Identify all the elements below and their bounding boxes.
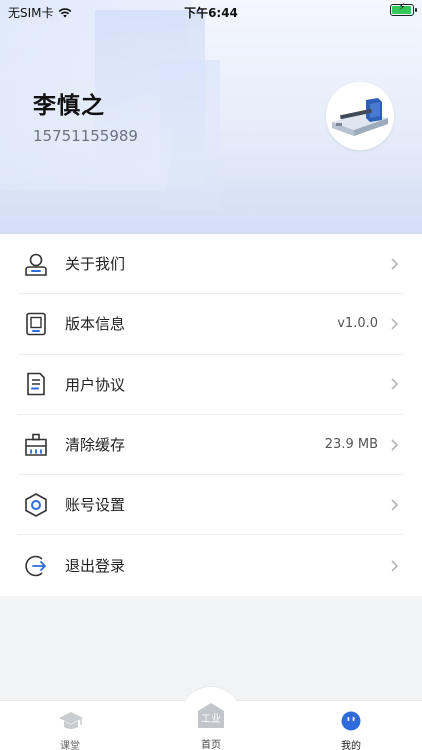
menu-item-version[interactable]: 版本信息 v1.0.0 (18, 294, 404, 355)
cache-size-value: 23.9 MB (324, 437, 378, 453)
chevron-right-icon (391, 378, 399, 390)
status-bar: 无SIM卡 下午6:44 ⚡ (0, 0, 422, 24)
home-factory-icon: 工业 (198, 703, 224, 728)
user-phone: 15751155989 (33, 127, 138, 145)
menu-item-clear-cache[interactable]: 清除缓存 23.9 MB (18, 415, 404, 476)
menu-item-agreement[interactable]: 用户协议 (18, 355, 404, 415)
menu-item-about[interactable]: 关于我们 (18, 234, 404, 295)
logout-icon (21, 551, 51, 581)
chevron-right-icon (391, 318, 399, 330)
menu-item-label: 清除缓存 (65, 436, 126, 455)
version-info-icon (21, 309, 51, 339)
tab-classroom[interactable]: 课堂 (30, 701, 110, 750)
version-value: v1.0.0 (337, 316, 378, 332)
graduation-cap-icon (59, 712, 83, 729)
home-badge-text: 工业 (201, 713, 221, 725)
avatar[interactable] (326, 82, 394, 150)
profile-face-icon (341, 711, 361, 731)
user-name: 李慎之 (33, 93, 105, 119)
charging-icon: ⚡ (398, 2, 406, 13)
chevron-right-icon (391, 258, 399, 270)
tab-label-home: 首页 (201, 740, 221, 750)
document-icon (21, 369, 51, 399)
menu-item-logout[interactable]: 退出登录 (18, 535, 404, 595)
tab-mine[interactable]: 我的 (311, 701, 391, 750)
battery-icon: ⚡ (390, 2, 417, 16)
menu-item-label: 账号设置 (65, 496, 126, 515)
about-us-icon (21, 249, 51, 279)
menu-item-label: 退出登录 (65, 557, 126, 576)
header-decoration (160, 60, 220, 210)
chevron-right-icon (391, 499, 399, 511)
broom-icon (21, 430, 51, 460)
status-time: 下午6:44 (184, 6, 238, 20)
laser-machine-image (326, 82, 394, 150)
tab-label: 我的 (341, 741, 361, 750)
menu-item-account-settings[interactable]: 账号设置 (18, 475, 404, 536)
chevron-right-icon (391, 438, 399, 451)
menu-item-label: 版本信息 (65, 315, 126, 334)
tab-label: 课堂 (60, 741, 80, 750)
menu-item-label: 关于我们 (65, 255, 126, 274)
settings-menu: 关于我们 版本信息 v1.0.0 用户协议 清除缓存 23.9 MB 账号设置 … (0, 234, 422, 596)
menu-item-label: 用户协议 (65, 375, 126, 394)
chevron-right-icon (391, 560, 399, 572)
settings-hexagon-icon (21, 490, 51, 520)
